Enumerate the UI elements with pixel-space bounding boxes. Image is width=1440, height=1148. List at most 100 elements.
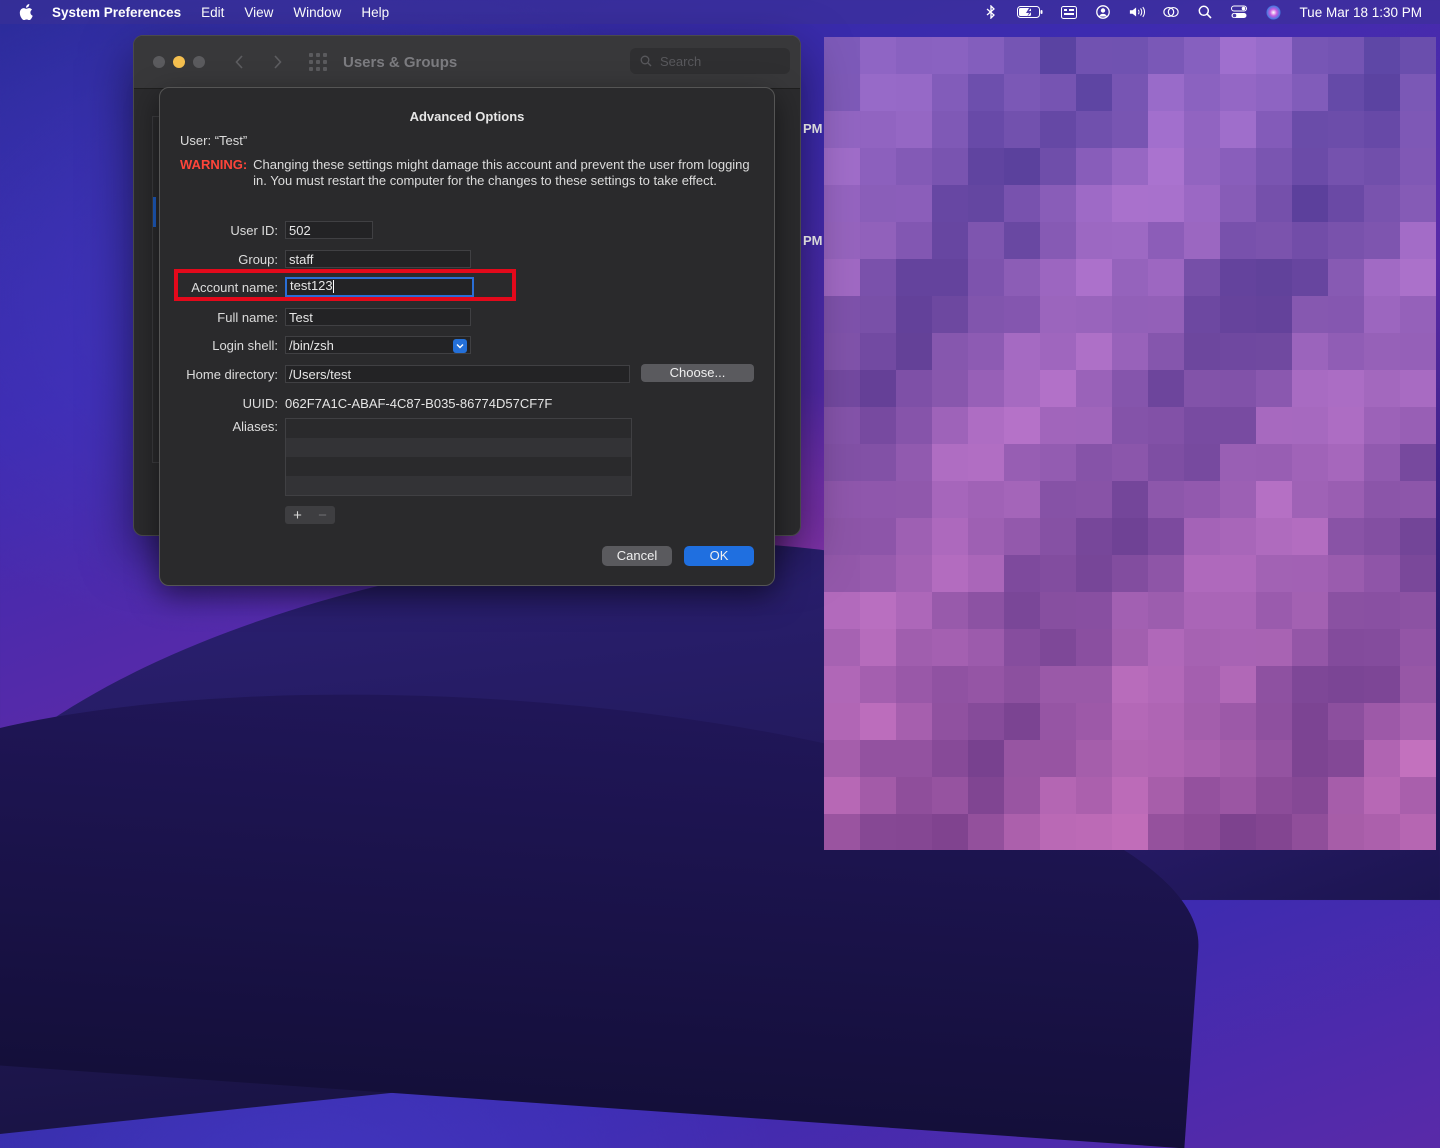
menu-app-name[interactable]: System Preferences — [52, 5, 181, 20]
show-all-grid-icon[interactable] — [309, 53, 327, 71]
pixel-block — [1256, 74, 1292, 111]
pixel-block — [968, 777, 1004, 814]
user-account-icon[interactable] — [1095, 5, 1111, 19]
pixel-block — [824, 74, 860, 111]
menu-help[interactable]: Help — [361, 5, 389, 20]
list-item[interactable] — [286, 438, 631, 457]
pixel-block — [1220, 814, 1256, 850]
list-item[interactable] — [286, 476, 631, 495]
pixel-block — [1292, 777, 1328, 814]
pixel-block — [1148, 481, 1184, 518]
pixel-block — [1076, 407, 1112, 444]
keyboard-input-icon[interactable] — [1061, 5, 1078, 19]
pixel-block — [1256, 222, 1292, 259]
pixel-block — [1328, 592, 1364, 629]
group-row: Group: staff — [160, 250, 774, 270]
pixel-block — [824, 703, 860, 740]
pixel-block — [896, 74, 932, 111]
search-field[interactable]: Search — [630, 48, 790, 74]
pixel-block — [1256, 37, 1292, 74]
menubar-clock[interactable]: Tue Mar 18 1:30 PM — [1299, 5, 1422, 20]
add-alias-button[interactable]: + — [285, 506, 310, 524]
pixel-block — [1076, 666, 1112, 703]
pixel-block — [1040, 481, 1076, 518]
pixel-block — [860, 740, 896, 777]
pixel-block — [1364, 740, 1400, 777]
home-directory-field[interactable]: /Users/test — [285, 365, 630, 383]
apple-menu-icon[interactable] — [18, 4, 34, 20]
pixel-block — [1040, 814, 1076, 850]
pixel-block — [1112, 592, 1148, 629]
pixel-block — [968, 518, 1004, 555]
pixel-block — [896, 555, 932, 592]
pixel-block — [1004, 703, 1040, 740]
pixel-block — [1256, 740, 1292, 777]
pixel-block — [1364, 296, 1400, 333]
battery-icon[interactable] — [1017, 5, 1043, 19]
pixel-block — [1256, 259, 1292, 296]
ok-button[interactable]: OK — [684, 546, 754, 566]
pixel-block — [1004, 518, 1040, 555]
forward-chevron-icon[interactable] — [269, 55, 285, 69]
pixel-block — [1364, 37, 1400, 74]
pixel-block — [1004, 333, 1040, 370]
pixel-block — [1400, 814, 1436, 850]
pixel-block — [824, 407, 860, 444]
pixel-block — [932, 296, 968, 333]
pixel-block — [860, 703, 896, 740]
group-field[interactable]: staff — [285, 250, 471, 268]
pixel-block — [1076, 592, 1112, 629]
pixel-block — [1364, 777, 1400, 814]
back-chevron-icon[interactable] — [231, 55, 247, 69]
pixel-block — [1256, 444, 1292, 481]
pixel-block — [860, 370, 896, 407]
pixel-block — [1076, 185, 1112, 222]
pixel-block — [1292, 703, 1328, 740]
login-shell-row: Login shell: /bin/zsh — [160, 336, 774, 356]
menu-view[interactable]: View — [244, 5, 273, 20]
pixel-block — [860, 333, 896, 370]
spotlight-search-icon[interactable] — [1197, 5, 1213, 19]
pixel-block — [1184, 74, 1220, 111]
pixel-block — [1292, 37, 1328, 74]
list-item[interactable] — [286, 419, 631, 438]
pixel-block — [1004, 185, 1040, 222]
bluetooth-icon[interactable] — [983, 5, 999, 19]
list-item[interactable] — [286, 457, 631, 476]
uuid-value[interactable]: 062F7A1C-ABAF-4C87-B035-86774D57CF7F — [285, 396, 552, 411]
siri-icon[interactable] — [1265, 5, 1281, 19]
zoom-button[interactable] — [193, 56, 205, 68]
home-directory-label: Home directory: — [186, 367, 278, 382]
login-shell-select[interactable]: /bin/zsh — [285, 336, 471, 354]
user-id-field[interactable]: 502 — [285, 221, 373, 239]
pixel-block — [896, 666, 932, 703]
pixel-block — [1184, 185, 1220, 222]
pixel-block — [1328, 37, 1364, 74]
full-name-field[interactable]: Test — [285, 308, 471, 326]
pixel-block — [1400, 444, 1436, 481]
volume-icon[interactable] — [1129, 5, 1146, 19]
choose-button[interactable]: Choose... — [641, 364, 754, 382]
menu-window[interactable]: Window — [293, 5, 341, 20]
control-center-icon[interactable] — [1231, 5, 1248, 19]
menu-edit[interactable]: Edit — [201, 5, 224, 20]
pixel-block — [1292, 296, 1328, 333]
screen-mirroring-icon[interactable] — [1163, 5, 1180, 19]
pixel-block — [1220, 333, 1256, 370]
cancel-button[interactable]: Cancel — [602, 546, 672, 566]
pixel-block — [1040, 444, 1076, 481]
pixel-block — [860, 592, 896, 629]
pixel-block — [1112, 185, 1148, 222]
pixel-block — [1112, 296, 1148, 333]
chevron-down-icon[interactable] — [453, 339, 467, 353]
pixel-block — [896, 148, 932, 185]
pixel-block — [1148, 148, 1184, 185]
remove-alias-button[interactable]: − — [310, 506, 335, 524]
pixel-block — [860, 814, 896, 850]
aliases-list[interactable] — [285, 418, 632, 496]
minimize-button[interactable] — [173, 56, 185, 68]
pixel-block — [1004, 629, 1040, 666]
pixel-block — [896, 814, 932, 850]
pixel-block — [896, 592, 932, 629]
close-button[interactable] — [153, 56, 165, 68]
